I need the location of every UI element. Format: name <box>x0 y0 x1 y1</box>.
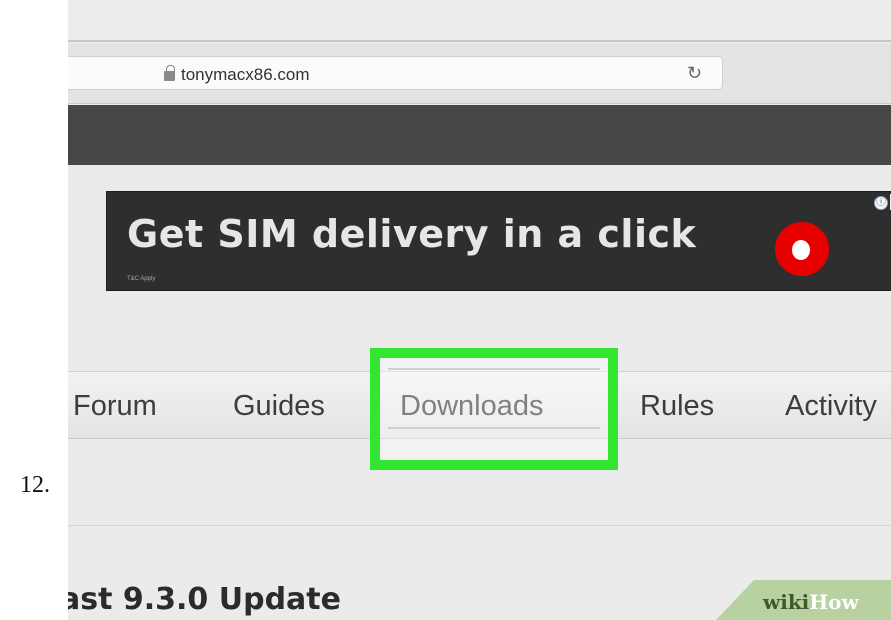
nav-item-downloads[interactable]: Downloads <box>400 390 543 423</box>
nav-item-forum[interactable]: Forum <box>73 390 157 423</box>
page-content: Get SIM delivery in a click T&C Apply ⓘ … <box>68 165 891 620</box>
nav-item-rules[interactable]: Rules <box>640 390 714 423</box>
browser-screenshot: tonymacx86.com ↻ Get SIM delivery in a c… <box>68 0 891 620</box>
ad-headline: Get SIM delivery in a click <box>127 212 697 256</box>
url-display: tonymacx86.com <box>164 65 310 85</box>
step-number: 12. <box>20 472 50 498</box>
adchoices-icon[interactable]: ⓘ <box>874 196 888 210</box>
wikihow-how: How <box>809 590 859 614</box>
wikihow-wiki: wiki <box>763 590 810 614</box>
highlight-top-line <box>388 368 600 370</box>
main-nav: Forum Guides Downloads Rules Activity <box>68 371 891 439</box>
reload-icon[interactable]: ↻ <box>687 63 702 84</box>
address-bar[interactable]: tonymacx86.com ↻ <box>68 56 723 90</box>
ad-banner[interactable]: Get SIM delivery in a click T&C Apply ⓘ … <box>106 191 891 291</box>
tab-bar <box>68 0 891 42</box>
ad-fine-print: T&C Apply <box>127 276 156 282</box>
url-text: tonymacx86.com <box>181 65 310 84</box>
vodafone-logo-icon <box>775 222 829 276</box>
nav-item-guides[interactable]: Guides <box>233 390 325 423</box>
post-headline[interactable]: ast 9.3.0 Update <box>68 582 341 617</box>
browser-toolbar: tonymacx86.com ↻ <box>68 44 891 104</box>
wikihow-watermark: wikiHow <box>763 590 859 614</box>
content-divider <box>68 525 891 526</box>
nav-item-activity[interactable]: Activity <box>785 390 877 423</box>
site-header-bar <box>68 105 891 165</box>
lock-icon <box>164 65 175 81</box>
